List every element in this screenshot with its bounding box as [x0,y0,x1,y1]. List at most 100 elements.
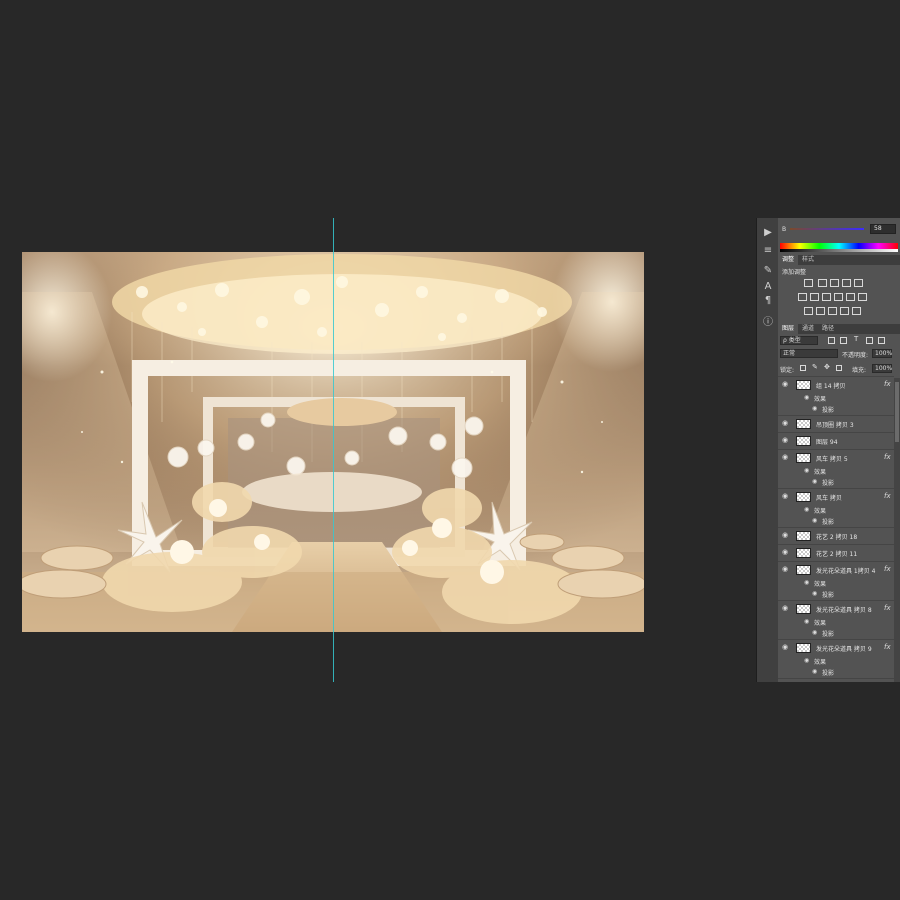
visibility-eye-icon[interactable]: ◉ [782,644,789,651]
filter-type-icon[interactable]: T [854,335,858,343]
visibility-eye-icon[interactable]: ◉ [812,405,817,412]
visibility-eye-icon[interactable]: ◉ [804,467,809,474]
layer-name[interactable]: 风车 拷贝 5 [816,454,848,463]
layer-name[interactable]: 图层 94 [816,437,838,446]
visibility-eye-icon[interactable]: ◉ [804,506,809,513]
visibility-eye-icon[interactable]: ◉ [804,657,809,664]
visibility-eye-icon[interactable]: ◉ [782,549,789,556]
layer-effect-shadow-row[interactable]: ◉ 投影 [778,589,894,599]
brightness-icon[interactable] [804,279,813,287]
tab-layers[interactable]: 图层 [778,324,799,334]
fx-icon[interactable]: fx [884,565,891,573]
color-value-field[interactable]: 58 [870,224,896,234]
fx-icon[interactable]: fx [884,492,891,500]
layer-row[interactable]: ◉ 图层 94 [778,432,894,449]
layer-effects-row[interactable]: ◉ 效果 [778,505,894,515]
visibility-eye-icon[interactable]: ◉ [782,420,789,427]
color-balance-icon[interactable] [810,293,819,301]
exposure-icon[interactable] [842,279,851,287]
tab-channels[interactable]: 通道 [798,324,818,334]
visibility-eye-icon[interactable]: ◉ [782,437,789,444]
filter-pixel-icon[interactable] [828,337,835,344]
photo-filter-icon[interactable] [834,293,843,301]
layer-name[interactable]: 花艺 2 拷贝 18 [816,532,857,541]
layer-name[interactable]: 发光花朵道具 拷贝 8 [816,605,872,614]
visibility-eye-icon[interactable]: ◉ [782,532,789,539]
visibility-eye-icon[interactable]: ◉ [782,566,789,573]
layer-effects-row[interactable]: ◉ 效果 [778,656,894,666]
fx-icon[interactable]: fx [884,453,891,461]
filter-adjustment-icon[interactable] [840,337,847,344]
text-ai-icon[interactable]: A [760,280,776,294]
layer-effects-row[interactable]: ◉ 效果 [778,617,894,627]
lock-all-icon[interactable] [836,365,842,371]
tab-styles[interactable]: 样式 [798,255,818,265]
paragraph-icon[interactable]: ¶ [760,294,776,308]
visibility-eye-icon[interactable]: ◉ [782,381,789,388]
selective-color-icon[interactable] [852,307,861,315]
tab-paths[interactable]: 路径 [818,324,838,334]
layer-name[interactable]: 风车 拷贝 [816,493,842,502]
curves-icon[interactable] [830,279,839,287]
canvas-guide-line[interactable] [333,218,334,682]
visibility-eye-icon[interactable]: ◉ [812,629,817,636]
fx-icon[interactable]: fx [884,604,891,612]
gradient-map-icon[interactable] [840,307,849,315]
levels-icon[interactable] [818,279,827,287]
invert-icon[interactable] [804,307,813,315]
layer-row[interactable]: ◉ 吊顶圈 拷贝 3 [778,415,894,432]
layer-effects-row[interactable]: ◉ 效果 [778,466,894,476]
grayscale-ramp[interactable] [780,249,898,252]
channel-mixer-icon[interactable] [846,293,855,301]
layer-name[interactable]: 吊顶圈 拷贝 3 [816,420,854,429]
layers-scroll-thumb[interactable] [895,382,899,442]
layer-name[interactable]: 发光花朵道具 1拷贝 4 [816,566,875,575]
vibrance-icon[interactable] [854,279,863,287]
layer-effect-shadow-row[interactable]: ◉ 投影 [778,516,894,526]
blend-mode-select[interactable]: 正常 [780,349,838,358]
layer-effects-row[interactable]: ◉ 效果 [778,393,894,403]
layer-name[interactable]: 组 14 拷贝 [816,381,845,390]
color-slider[interactable] [790,228,864,230]
threshold-icon[interactable] [828,307,837,315]
brush-icon[interactable]: ✎ [760,264,776,278]
layer-row[interactable]: ◉ 发光花朵道具 1拷贝 4 fx [778,561,894,578]
filter-shape-icon[interactable] [866,337,873,344]
layer-effect-shadow-row[interactable]: ◉ 投影 [778,628,894,638]
visibility-eye-icon[interactable]: ◉ [812,590,817,597]
black-white-icon[interactable] [822,293,831,301]
visibility-eye-icon[interactable]: ◉ [812,478,817,485]
visibility-eye-icon[interactable]: ◉ [804,618,809,625]
fill-input[interactable]: 100% [872,364,892,373]
posterize-icon[interactable] [816,307,825,315]
info-icon[interactable]: ⓘ [760,316,776,330]
layer-row[interactable]: ◉ 花艺 2 拷贝 18 [778,527,894,544]
visibility-eye-icon[interactable]: ◉ [804,394,809,401]
visibility-eye-icon[interactable]: ◉ [782,605,789,612]
layer-effect-shadow-row[interactable]: ◉ 投影 [778,667,894,677]
layer-effect-shadow-row[interactable]: ◉ 投影 [778,404,894,414]
layer-row[interactable]: ◉ 风车 拷贝 fx [778,488,894,505]
tab-adjustments[interactable]: 调整 [778,255,799,265]
layer-row[interactable]: ◉ 发光花朵道具 拷贝 8 fx [778,600,894,617]
layer-row[interactable]: ◉ 风车 拷贝 5 fx [778,449,894,466]
fx-icon[interactable]: fx [884,643,891,651]
fx-icon[interactable]: fx [884,380,891,388]
layer-name[interactable]: 发光花朵道具 拷贝 9 [816,644,872,653]
layer-row[interactable]: ◉立杆 拷贝 4 [778,678,894,682]
layer-row[interactable]: ◉ 发光花朵道具 拷贝 9 fx [778,639,894,656]
layer-effect-shadow-row[interactable]: ◉ 投影 [778,477,894,487]
layer-row[interactable]: ◉ 花艺 2 拷贝 11 [778,544,894,561]
play-icon[interactable]: ▶ [760,226,776,240]
visibility-eye-icon[interactable]: ◉ [812,668,817,675]
visibility-eye-icon[interactable]: ◉ [804,579,809,586]
lock-transparent-icon[interactable] [800,365,806,371]
visibility-eye-icon[interactable]: ◉ [812,517,817,524]
layer-effects-row[interactable]: ◉ 效果 [778,578,894,588]
lock-move-icon[interactable]: ✥ [824,363,830,371]
color-lookup-icon[interactable] [858,293,867,301]
filter-smart-icon[interactable] [878,337,885,344]
visibility-eye-icon[interactable]: ◉ [782,454,789,461]
hue-saturation-icon[interactable] [798,293,807,301]
visibility-eye-icon[interactable]: ◉ [782,493,789,500]
